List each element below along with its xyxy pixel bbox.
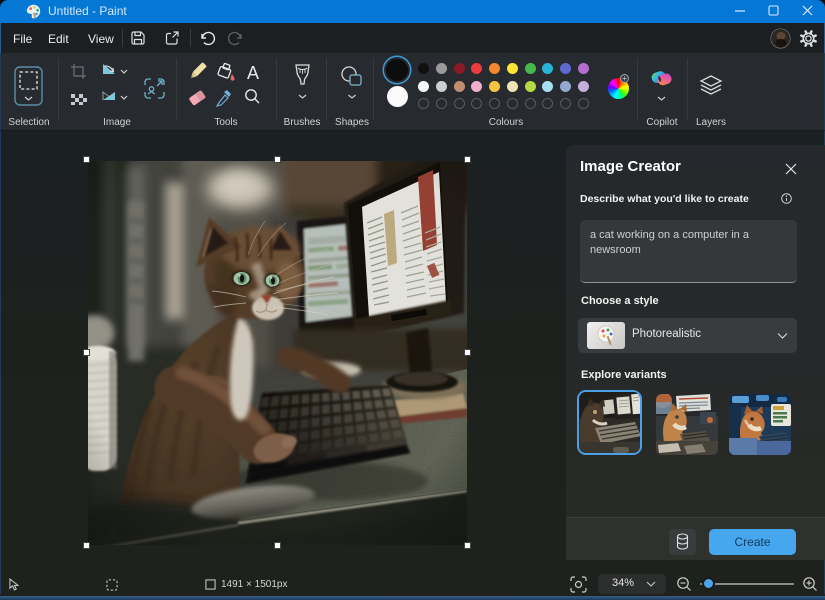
svg-text:A: A xyxy=(247,63,259,83)
